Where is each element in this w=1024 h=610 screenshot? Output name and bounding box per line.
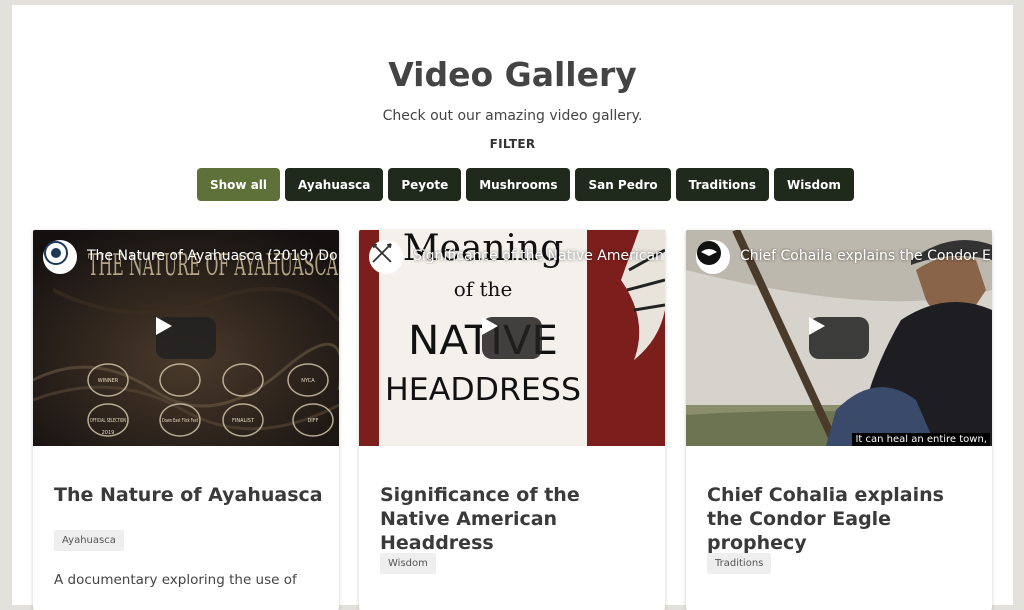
category-tag: Traditions — [707, 553, 772, 574]
video-player-ayahuasca[interactable]: THE NATURE OF AYAHUASCA WINNER OFFICIAL … — [33, 230, 339, 446]
channel-avatar[interactable] — [369, 240, 403, 274]
page-subtitle: Check out our amazing video gallery. — [382, 108, 643, 124]
channel-avatar[interactable] — [696, 240, 730, 274]
laurel-text: Down East Flick Fest — [162, 418, 198, 424]
filter-label: FILTER — [489, 137, 536, 151]
category-tag: Ayahuasca — [54, 530, 124, 551]
video-caption: It can heal an entire town, — [852, 433, 990, 446]
filter-show-all-button[interactable]: Show all — [197, 168, 281, 201]
video-title-overlay[interactable]: The Nature of Ayahuasca (2019) Doc — [87, 248, 337, 264]
filter-san-pedro-button[interactable]: San Pedro — [575, 168, 671, 201]
video-title-overlay[interactable]: Chief Cohaila explains the Condor Ea — [740, 248, 990, 264]
laurel-text: NYCA — [301, 378, 315, 384]
category-tag: Wisdom — [380, 553, 436, 574]
filter-peyote-button[interactable]: Peyote — [388, 168, 462, 201]
laurel-text: WINNER — [98, 378, 119, 384]
play-icon — [482, 317, 498, 335]
play-icon — [156, 317, 172, 335]
thumb-heading-line: HEADDRESS — [385, 372, 581, 408]
crossed-arrows-icon — [372, 243, 392, 263]
video-player-condor-eagle[interactable]: Chief Cohaila explains the Condor Ea It … — [686, 230, 992, 446]
channel-avatar[interactable] — [43, 240, 77, 274]
thumb-heading-line: of the — [454, 277, 513, 301]
play-button[interactable] — [809, 317, 869, 359]
card-title[interactable]: Chief Cohalia explains the Condor Eagle … — [707, 483, 977, 555]
page-container: Video Gallery Check out our amazing vide… — [12, 5, 1013, 610]
play-button[interactable] — [156, 317, 216, 359]
filter-wisdom-button[interactable]: Wisdom — [774, 168, 854, 201]
video-player-headdress[interactable]: Meaning of the NATIVE HEADDRESS Signific… — [359, 230, 665, 446]
filter-traditions-button[interactable]: Traditions — [675, 168, 769, 201]
laurel-text: OFFICIAL SELECTION — [90, 418, 126, 424]
play-button[interactable] — [482, 317, 542, 359]
laurel-text: 2019 — [102, 430, 115, 436]
card-title[interactable]: Significance of the Native American Head… — [380, 483, 650, 555]
filter-mushrooms-button[interactable]: Mushrooms — [466, 168, 571, 201]
video-title-overlay[interactable]: Significance of the Native American — [413, 248, 663, 264]
laurel-text: FINALIST — [232, 418, 255, 424]
video-card-ayahuasca: THE NATURE OF AYAHUASCA WINNER OFFICIAL … — [33, 230, 339, 610]
filter-bar: Show all Ayahuasca Peyote Mushrooms San … — [197, 168, 854, 201]
channel-logo-icon — [697, 241, 721, 265]
video-card-condor-eagle: Chief Cohaila explains the Condor Ea It … — [686, 230, 992, 610]
play-icon — [809, 317, 825, 335]
filter-ayahuasca-button[interactable]: Ayahuasca — [285, 168, 384, 201]
card-title[interactable]: The Nature of Ayahuasca — [54, 483, 324, 507]
page-title: Video Gallery — [388, 55, 637, 94]
card-description: A documentary exploring the use of — [54, 572, 297, 588]
laurel-text: DIFF — [307, 418, 318, 424]
video-card-headdress: Meaning of the NATIVE HEADDRESS Signific… — [359, 230, 665, 610]
channel-logo-icon — [44, 241, 68, 265]
